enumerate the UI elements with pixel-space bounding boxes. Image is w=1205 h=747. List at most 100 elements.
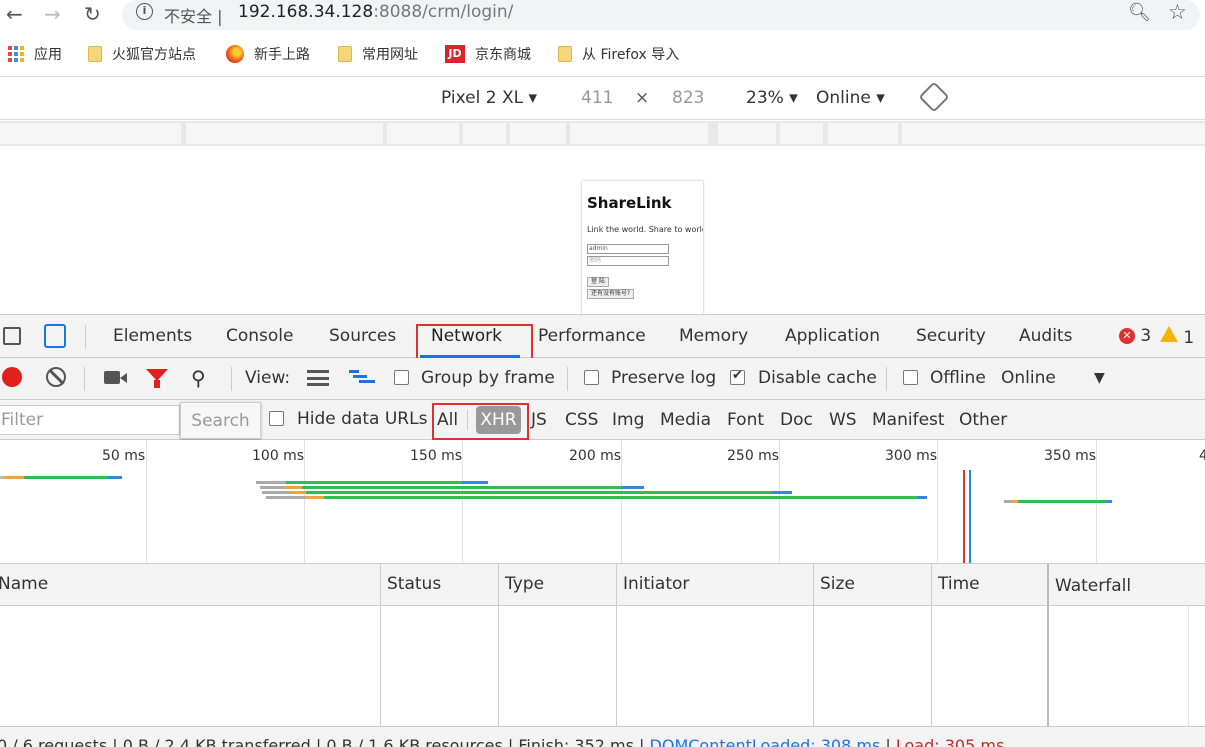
timeline-overview[interactable]: 50 ms 100 ms 150 ms 200 ms 250 ms 300 ms… xyxy=(0,440,1205,564)
type-filter-css[interactable]: CSS xyxy=(565,410,598,430)
error-counter[interactable]: ✕ 3 xyxy=(1119,326,1151,346)
device-width-input[interactable]: 411 xyxy=(581,88,613,108)
type-filter-other[interactable]: Other xyxy=(959,410,1007,430)
inspect-element-icon[interactable] xyxy=(3,327,21,345)
timeline-bar xyxy=(4,476,24,479)
record-icon[interactable] xyxy=(2,367,22,387)
type-filter-js[interactable]: JS xyxy=(531,410,547,430)
timeline-bar xyxy=(306,496,324,499)
filter-funnel-icon[interactable] xyxy=(146,369,168,388)
forward-arrow-icon[interactable]: → xyxy=(44,2,61,26)
col-status[interactable]: Status xyxy=(387,574,441,594)
tab-elements[interactable]: Elements xyxy=(113,326,192,346)
timeline-bar xyxy=(622,486,644,489)
bookmark-firefox-site[interactable]: 火狐官方站点 xyxy=(88,44,196,64)
col-type[interactable]: Type xyxy=(505,574,544,594)
large-rows-list-icon[interactable] xyxy=(307,370,329,386)
col-initiator[interactable]: Initiator xyxy=(623,574,689,594)
offline-checkbox[interactable] xyxy=(903,370,918,385)
login-button[interactable]: 登 陆 xyxy=(587,277,609,287)
type-filter-doc[interactable]: Doc xyxy=(780,410,813,430)
overview-waterfall-icon[interactable] xyxy=(349,370,375,386)
table-header: Name Status Type Initiator Size Time Wat… xyxy=(0,564,1205,606)
disable-cache-checkbox[interactable] xyxy=(730,368,745,385)
rotate-icon[interactable] xyxy=(918,81,950,113)
timeline-bar xyxy=(284,486,302,489)
tab-memory[interactable]: Memory xyxy=(679,326,748,346)
folder-icon xyxy=(88,46,102,62)
jd-icon: JD xyxy=(445,45,465,63)
screenshot-camera-icon[interactable] xyxy=(104,371,127,384)
password-input[interactable]: 密码 xyxy=(587,256,669,266)
chevron-down-icon[interactable]: ▼ xyxy=(1094,370,1105,386)
tick-label: 250 ms xyxy=(727,448,780,464)
col-size[interactable]: Size xyxy=(820,574,855,594)
tick-label: 4 xyxy=(1199,448,1205,464)
tab-sources[interactable]: Sources xyxy=(329,326,396,346)
type-filter-media[interactable]: Media xyxy=(660,410,711,430)
type-filter-img[interactable]: Img xyxy=(612,410,644,430)
url-text[interactable]: 192.168.34.128:8088/crm/login/ xyxy=(238,2,513,22)
back-arrow-icon[interactable]: ← xyxy=(6,2,23,26)
devtools-tab-bar: Elements Console Sources Network Perform… xyxy=(0,314,1205,364)
load-event-marker xyxy=(963,470,965,563)
bookmark-import[interactable]: 从 Firefox 导入 xyxy=(558,44,679,64)
zoom-select[interactable]: 23% ▾ xyxy=(746,88,798,108)
device-height-input[interactable]: 823 xyxy=(672,88,704,108)
col-name[interactable]: Name xyxy=(0,574,48,594)
tab-security[interactable]: Security xyxy=(916,326,986,346)
search-icon[interactable]: ⚲ xyxy=(191,368,206,388)
tick-label: 300 ms xyxy=(885,448,938,464)
info-icon[interactable]: i xyxy=(136,3,153,20)
tab-application[interactable]: Application xyxy=(785,326,880,346)
throttle-dropdown[interactable]: Online xyxy=(1001,368,1056,388)
timeline-bar xyxy=(462,481,488,484)
bookmarks-bar: 应用 火狐官方站点 新手上路 常用网址 JD 京东商城 从 Firefox 导入 xyxy=(0,40,1205,68)
throttle-select[interactable]: Online ▾ xyxy=(816,88,885,108)
timeline-bar xyxy=(918,496,927,499)
hide-data-urls-checkbox[interactable] xyxy=(269,411,284,426)
bookmark-common-sites[interactable]: 常用网址 xyxy=(338,44,418,64)
search-button[interactable]: Search xyxy=(180,402,261,439)
tab-console[interactable]: Console xyxy=(226,326,294,346)
reload-icon[interactable]: ↻ xyxy=(84,2,101,26)
type-filter-font[interactable]: Font xyxy=(727,410,764,430)
type-filter-manifest[interactable]: Manifest xyxy=(872,410,945,430)
timeline-bar xyxy=(262,491,292,494)
bookmark-jd[interactable]: JD 京东商城 xyxy=(445,44,531,64)
bookmark-getting-started[interactable]: 新手上路 xyxy=(226,44,310,64)
preserve-log-checkbox[interactable] xyxy=(584,370,599,385)
bookmark-apps[interactable]: 应用 xyxy=(8,44,62,64)
tick-label: 200 ms xyxy=(569,448,622,464)
tick-label: 100 ms xyxy=(252,448,305,464)
warning-counter[interactable]: 1 xyxy=(1160,326,1194,348)
timeline-bar xyxy=(256,481,286,484)
filter-input[interactable]: Filter xyxy=(0,405,180,435)
timeline-bar xyxy=(772,491,792,494)
apps-grid-icon xyxy=(8,46,24,62)
zoom-magnifier-icon[interactable]: 🔍︎ xyxy=(1128,2,1151,23)
bookmark-star-icon[interactable]: ☆ xyxy=(1168,0,1187,24)
register-button[interactable]: 还有没有账号? xyxy=(587,289,635,299)
tab-performance[interactable]: Performance xyxy=(538,326,646,346)
warning-icon xyxy=(1160,326,1178,342)
timeline-bar xyxy=(1106,500,1112,503)
username-input[interactable]: admin xyxy=(587,244,669,254)
address-bar-row: ← → ↻ i 不安全 | 192.168.34.128:8088/crm/lo… xyxy=(0,0,1205,32)
group-by-frame-label: Group by frame xyxy=(421,368,555,388)
requests-table: Name Status Type Initiator Size Time Wat… xyxy=(0,564,1205,726)
type-filter-ws[interactable]: WS xyxy=(829,410,857,430)
group-by-frame-checkbox[interactable] xyxy=(394,370,409,385)
network-summary-bar: 0 / 6 requests | 0 B / 2.4 KB transferre… xyxy=(0,726,1205,747)
device-toggle-icon[interactable] xyxy=(44,324,66,348)
clear-icon[interactable] xyxy=(46,367,66,387)
col-waterfall[interactable]: Waterfall xyxy=(1055,576,1131,596)
tab-audits[interactable]: Audits xyxy=(1019,326,1072,346)
col-time[interactable]: Time xyxy=(938,574,980,594)
media-query-ruler[interactable] xyxy=(0,121,1205,146)
offline-label: Offline xyxy=(930,368,986,388)
app-title: ShareLink xyxy=(587,194,672,212)
device-select[interactable]: Pixel 2 XL ▾ xyxy=(441,88,537,108)
summary-domcontentloaded: DOMContentLoaded: 308 ms xyxy=(649,736,881,747)
timeline-bar xyxy=(266,496,306,499)
